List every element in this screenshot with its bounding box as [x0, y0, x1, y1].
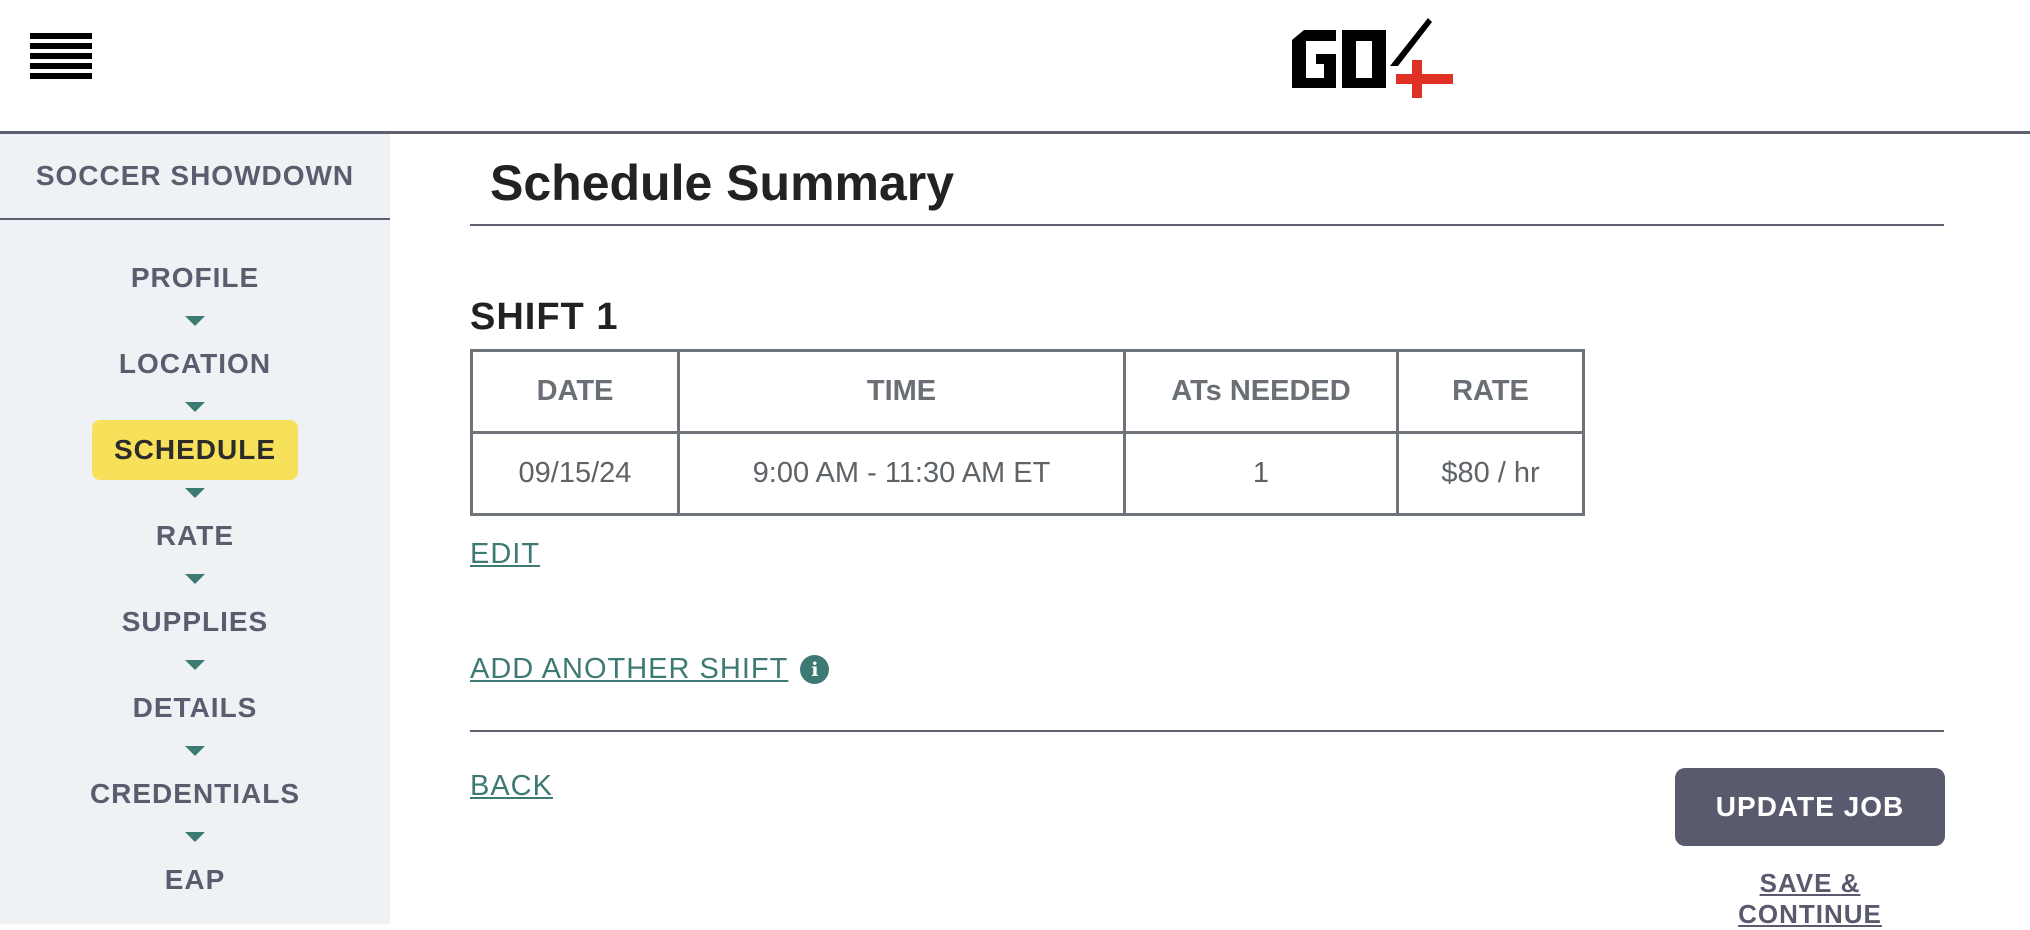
main-content: Schedule Summary SHIFT 1 DATE TIME ATs N…	[470, 134, 1945, 929]
cell-date: 09/15/24	[470, 431, 680, 516]
chevron-down-icon	[185, 746, 205, 756]
chevron-down-icon	[185, 488, 205, 498]
shift-table: DATE TIME ATs NEEDED RATE 09/15/24 9:00 …	[470, 349, 1585, 516]
cell-ats-needed: 1	[1123, 431, 1399, 516]
column-header-ats-needed: ATs NEEDED	[1123, 349, 1399, 434]
column-header-time: TIME	[677, 349, 1126, 434]
sidebar-item-rate[interactable]: RATE	[134, 506, 256, 566]
sidebar: SOCCER SHOWDOWN PROFILE LOCATION SCHEDUL…	[0, 134, 390, 924]
top-bar	[0, 0, 2030, 134]
sidebar-nav: PROFILE LOCATION SCHEDULE RATE SUPPLIES …	[0, 220, 390, 910]
cell-time: 9:00 AM - 11:30 AM ET	[677, 431, 1126, 516]
sidebar-item-supplies[interactable]: SUPPLIES	[100, 592, 290, 652]
chevron-down-icon	[185, 402, 205, 412]
sidebar-title: SOCCER SHOWDOWN	[0, 134, 390, 220]
chevron-down-icon	[185, 832, 205, 842]
add-shift-row: ADD ANOTHER SHIFT i	[470, 653, 1944, 686]
update-job-button[interactable]: UPDATE JOB	[1675, 768, 1945, 846]
cell-rate: $80 / hr	[1396, 431, 1585, 516]
chevron-down-icon	[185, 574, 205, 584]
shift-title: SHIFT 1	[470, 296, 619, 338]
hamburger-menu-icon[interactable]	[30, 33, 92, 79]
sidebar-item-credentials[interactable]: CREDENTIALS	[68, 764, 322, 824]
table-row: 09/15/24 9:00 AM - 11:30 AM ET 1 $80 / h…	[470, 431, 1585, 516]
save-continue-link[interactable]: SAVE & CONTINUE	[1687, 868, 1933, 930]
back-link[interactable]: BACK	[470, 770, 553, 803]
sidebar-item-profile[interactable]: PROFILE	[109, 248, 281, 308]
add-another-shift-link[interactable]: ADD ANOTHER SHIFT	[470, 653, 788, 686]
column-header-rate: RATE	[1396, 349, 1585, 434]
sidebar-item-location[interactable]: LOCATION	[97, 334, 293, 394]
info-icon[interactable]: i	[800, 655, 830, 684]
page-title: Schedule Summary	[470, 134, 1944, 226]
go4-logo[interactable]	[1290, 16, 1455, 98]
divider	[470, 730, 1944, 732]
sidebar-item-schedule[interactable]: SCHEDULE	[91, 420, 298, 480]
chevron-down-icon	[185, 316, 205, 326]
edit-shift-link[interactable]: EDIT	[470, 538, 540, 571]
sidebar-item-eap[interactable]: EAP	[143, 850, 248, 910]
column-header-date: DATE	[470, 349, 680, 434]
chevron-down-icon	[185, 660, 205, 670]
sidebar-item-details[interactable]: DETAILS	[111, 678, 280, 738]
table-header-row: DATE TIME ATs NEEDED RATE	[470, 349, 1585, 434]
